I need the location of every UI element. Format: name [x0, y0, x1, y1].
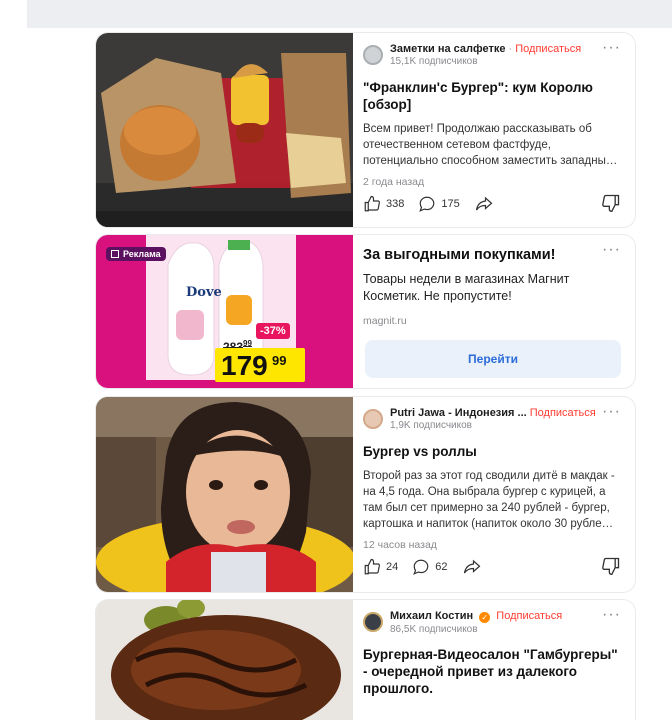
thumbs-down-icon: [602, 557, 620, 575]
share-icon: [475, 196, 493, 211]
more-menu-icon[interactable]: ···: [602, 403, 621, 421]
subscriber-count: 86,5K подписчиков: [390, 623, 478, 635]
author-avatar[interactable]: [363, 45, 383, 65]
subscriber-count: 1,9K подписчиков: [390, 420, 472, 431]
post-title[interactable]: Бургерная-Видеосалон "Гамбургеры" - очер…: [363, 646, 621, 697]
comment-icon: [419, 196, 435, 212]
author-name[interactable]: Putri Jawa - Индонезия ...: [390, 407, 527, 419]
ad-title[interactable]: За выгодными покупками!: [363, 247, 621, 263]
feed-card[interactable]: Заметки на салфетке · Подписаться 15,1K …: [96, 33, 635, 227]
like-count: 338: [386, 198, 405, 210]
separator: ·: [508, 43, 513, 55]
ad-image[interactable]: Реклама Dove -37% 28399 179 99: [96, 235, 353, 388]
post-actions: 24 62: [363, 556, 621, 579]
subscribe-link[interactable]: Подписаться: [496, 610, 562, 622]
author-name[interactable]: Заметки на салфетке: [390, 43, 505, 55]
author-avatar[interactable]: [363, 612, 383, 632]
subscriber-count: 15,1K подписчиков: [390, 56, 478, 67]
subscribe-link[interactable]: Подписаться: [530, 407, 596, 419]
post-time: 2 года назад: [363, 176, 425, 188]
post-image[interactable]: [96, 33, 353, 227]
verified-icon: ✓: [479, 611, 491, 623]
more-menu-icon[interactable]: ···: [602, 39, 621, 57]
like-count: 24: [386, 561, 399, 573]
ad-domain[interactable]: magnit.ru: [363, 315, 621, 327]
share-icon: [463, 559, 480, 574]
ad-icon: [111, 250, 119, 258]
discount-badge: -37%: [256, 323, 290, 339]
comment-count: 62: [435, 561, 448, 573]
more-menu-icon[interactable]: ···: [602, 241, 621, 259]
brand-label: Dove: [186, 285, 222, 300]
like-button[interactable]: 24: [363, 558, 398, 576]
top-bar: [27, 0, 672, 28]
go-button[interactable]: Перейти: [365, 340, 621, 378]
comment-icon: [413, 559, 429, 575]
post-actions: 338 175: [363, 193, 621, 216]
post-image[interactable]: [96, 600, 353, 720]
post-description[interactable]: Всем привет! Продолжаю рассказывать об о…: [363, 121, 621, 169]
author-avatar[interactable]: [363, 409, 383, 429]
author-name[interactable]: Михаил Костин: [390, 610, 473, 622]
subscribe-link[interactable]: Подписаться: [515, 43, 581, 55]
more-menu-icon[interactable]: ···: [602, 606, 621, 624]
post-description[interactable]: Второй раз за этот год сводили дитё в ма…: [363, 468, 621, 532]
share-button[interactable]: [474, 195, 499, 213]
feed-card[interactable]: Михаил Костин ✓ Подписаться 86,5K подпис…: [96, 600, 635, 720]
post-time: 12 часов назад: [363, 539, 437, 551]
post-image[interactable]: [96, 397, 353, 592]
new-price: 179 99: [215, 348, 305, 382]
ad-badge: Реклама: [106, 247, 166, 261]
dislike-button[interactable]: [601, 193, 621, 216]
like-button[interactable]: 338: [363, 195, 404, 213]
dislike-button[interactable]: [601, 556, 621, 579]
comment-count: 175: [441, 198, 460, 210]
thumbs-up-icon: [364, 195, 380, 212]
ad-badge-label: Реклама: [123, 249, 161, 259]
comments-button[interactable]: 62: [412, 558, 448, 576]
thumbs-up-icon: [364, 558, 380, 575]
thumbs-down-icon: [602, 194, 620, 212]
share-button[interactable]: [462, 558, 487, 576]
feed-card[interactable]: Putri Jawa - Индонезия ... Подписаться 1…: [96, 397, 635, 592]
post-title[interactable]: "Франклин'с Бургер": кум Королю [обзор]: [363, 79, 621, 113]
post-title[interactable]: Бургер vs роллы: [363, 443, 621, 460]
ad-text[interactable]: Товары недели в магазинах Магнит Космети…: [363, 271, 621, 305]
ad-card[interactable]: Реклама Dove -37% 28399 179 99 ··· За вы…: [96, 235, 635, 388]
comments-button[interactable]: 175: [418, 195, 460, 213]
